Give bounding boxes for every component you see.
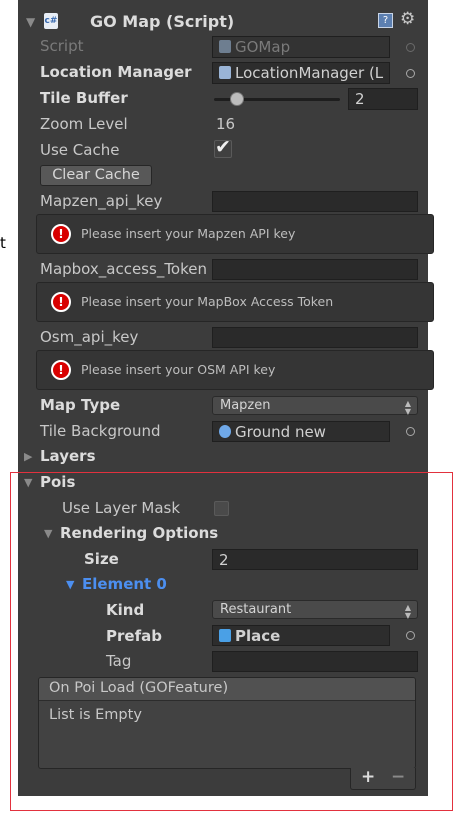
tile-background-field[interactable]: Ground new	[212, 421, 390, 442]
updown-arrows-icon: ▲ ▼	[404, 399, 411, 416]
osm-key-input[interactable]	[212, 327, 418, 348]
clear-cache-button[interactable]: Clear Cache	[40, 165, 152, 186]
mapbox-help-text: Please insert your MapBox Access Token	[81, 294, 334, 309]
triangle-right-icon: ▶	[24, 450, 33, 463]
layers-label: Layers	[40, 447, 96, 465]
mapbox-token-label: Mapbox_access_Token	[40, 260, 207, 278]
script-value: GOMap	[235, 38, 291, 56]
map-type-label: Map Type	[40, 396, 121, 414]
gear-icon[interactable]: ⚙	[400, 9, 415, 29]
map-type-dropdown[interactable]: Mapzen ▲ ▼	[212, 396, 418, 416]
material-sphere-icon	[219, 425, 231, 438]
tile-background-label: Tile Background	[40, 422, 161, 440]
map-type-value: Mapzen	[220, 398, 271, 413]
osm-help-text: Please insert your OSM API key	[81, 362, 276, 377]
location-manager-value: LocationManager (L	[235, 64, 384, 82]
use-cache-label: Use Cache	[40, 141, 120, 159]
script-field: GOMap	[212, 36, 390, 58]
script-asset-icon	[219, 40, 231, 53]
side-text: t	[0, 234, 6, 252]
csharp-script-icon: c#	[44, 13, 58, 29]
layers-foldout[interactable]: ▶ Layers	[22, 447, 222, 467]
slider-thumb[interactable]	[229, 92, 244, 106]
triangle-down-icon[interactable]: ▼	[26, 15, 35, 29]
location-manager-label: Location Manager	[40, 63, 192, 81]
tile-buffer-input[interactable]: 2	[348, 88, 418, 110]
object-picker-icon[interactable]	[406, 69, 415, 78]
error-icon: !	[51, 360, 71, 380]
mapzen-key-label: Mapzen_api_key	[40, 192, 163, 210]
mapzen-help-box: ! Please insert your Mapzen API key	[36, 214, 434, 254]
location-manager-field[interactable]: LocationManager (L	[212, 62, 390, 84]
script-label: Script	[40, 37, 84, 55]
component-title: GO Map (Script)	[90, 12, 235, 31]
zoom-level-label: Zoom Level	[40, 115, 128, 133]
component-header[interactable]: ▼ c# GO Map (Script) ? ⚙	[18, 9, 428, 36]
tile-buffer-label: Tile Buffer	[40, 89, 128, 107]
object-picker-icon	[406, 43, 415, 52]
osm-help-box: ! Please insert your OSM API key	[36, 350, 434, 390]
script-asset-icon	[219, 66, 231, 79]
selection-highlight	[10, 472, 453, 811]
help-book-icon[interactable]: ?	[378, 13, 393, 28]
zoom-level-value: 16	[216, 115, 236, 133]
checkmark-icon: ✔	[215, 136, 231, 158]
osm-key-label: Osm_api_key	[40, 328, 139, 346]
mapzen-help-text: Please insert your Mapzen API key	[81, 226, 296, 241]
mapzen-key-input[interactable]	[212, 191, 418, 212]
error-icon: !	[51, 292, 71, 312]
object-picker-icon[interactable]	[406, 427, 415, 436]
error-icon: !	[51, 224, 71, 244]
use-cache-checkbox[interactable]: ✔	[214, 136, 232, 158]
mapbox-token-input[interactable]	[212, 259, 418, 280]
tile-background-value: Ground new	[235, 423, 326, 441]
mapbox-help-box: ! Please insert your MapBox Access Token	[36, 282, 434, 322]
